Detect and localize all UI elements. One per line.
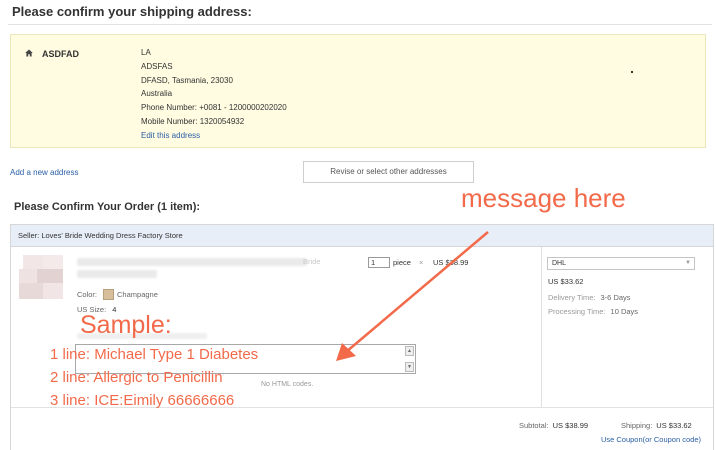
edit-address-link[interactable]: Edit this address xyxy=(141,129,287,143)
product-thumbnail[interactable] xyxy=(19,255,71,305)
divider xyxy=(8,24,712,25)
product-subtitle-blurred xyxy=(77,270,157,278)
processing-value: 10 Days xyxy=(610,307,639,316)
subtotal-label: Subtotal: xyxy=(519,421,549,430)
subtotal: Subtotal: US $38.99 xyxy=(519,421,588,430)
multiply-sign: × xyxy=(419,258,424,267)
product-color: Color: Champagne xyxy=(77,289,158,300)
shipping-carrier: DHL xyxy=(552,260,567,267)
address-line: LA xyxy=(141,48,151,57)
shipping-method-select[interactable]: DHL ▼ xyxy=(547,257,695,270)
shipping-address-card: ASDFAD LA ADSFAS DFASD, Tasmania, 23030 … xyxy=(10,34,706,148)
add-address-link[interactable]: Add a new address xyxy=(10,168,79,177)
subtotal-value: US $38.99 xyxy=(552,421,589,430)
annotation-line: 3 line: ICE:Eimily 66666666 xyxy=(50,392,235,409)
annotation-sample: Sample: xyxy=(80,311,172,339)
seller-bar: Seller: Loves' Bride Wedding Dress Facto… xyxy=(11,225,713,247)
chevron-down-icon: ▼ xyxy=(685,260,691,266)
annotation-line: 2 line: Allergic to Penicillin xyxy=(50,369,223,386)
home-icon xyxy=(25,49,33,57)
divider xyxy=(541,247,542,407)
scroll-up-icon[interactable]: ▲ xyxy=(405,346,414,356)
shipping-value: US $33.62 xyxy=(656,421,692,430)
address-line: ADSFAS xyxy=(141,61,173,71)
recipient-name: ASDFAD xyxy=(42,49,80,59)
dot xyxy=(631,71,633,73)
shipping-section-title: Please confirm your shipping address: xyxy=(12,4,252,19)
phone-number: Phone Number: +0081 - 1200000202020 xyxy=(141,103,287,113)
color-label: Color: xyxy=(77,290,98,299)
shipping-price: US $33.62 xyxy=(548,277,584,286)
address-line: Australia xyxy=(141,89,173,99)
address-line: DFASD, Tasmania, 23030 xyxy=(141,75,233,85)
annotation-line: 1 line: Michael Type 1 Diabetes xyxy=(50,346,259,363)
annotation-message-here: message here xyxy=(461,183,626,213)
delivery-time: Delivery Time: 3-6 Days xyxy=(548,293,631,302)
use-coupon-link[interactable]: Use Coupon(or Coupon code) xyxy=(601,435,701,444)
shipping-total: Shipping: US $33.62 xyxy=(621,421,692,430)
processing-time: Processing Time: 10 Days xyxy=(548,307,638,316)
shipping-label: Shipping: xyxy=(621,421,653,430)
color-swatch xyxy=(103,289,115,300)
quantity-unit: piece xyxy=(393,258,411,267)
color-value: Champagne xyxy=(117,290,158,299)
revise-addresses-button[interactable]: Revise or select other addresses xyxy=(303,161,474,183)
unit-price: US $38.99 xyxy=(433,258,469,267)
product-title-end: Bride xyxy=(303,257,321,266)
address-details: LA ADSFAS DFASD, Tasmania, 23030 Austral… xyxy=(141,46,287,143)
delivery-label: Delivery Time: xyxy=(548,293,596,302)
scroll-down-icon[interactable]: ▼ xyxy=(405,362,414,372)
product-title-blurred[interactable] xyxy=(77,258,307,266)
message-note-text: No HTML codes. xyxy=(261,381,314,388)
processing-label: Processing Time: xyxy=(548,307,606,316)
order-section-title: Please Confirm Your Order (1 item): xyxy=(14,201,201,213)
delivery-value: 3-6 Days xyxy=(600,293,631,302)
quantity-input[interactable]: 1 xyxy=(368,257,390,268)
mobile-number: Mobile Number: 1320054932 xyxy=(141,116,245,126)
